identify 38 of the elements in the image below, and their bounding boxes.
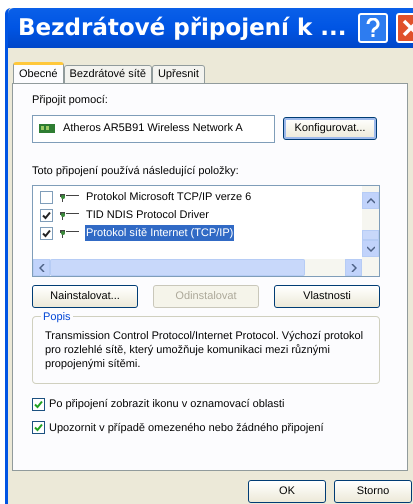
checkbox[interactable] [32,398,45,411]
network-card-icon [39,123,55,134]
horizontal-scrollbar[interactable] [33,259,362,276]
dialog-button[interactable]: Storno [334,480,412,503]
tab[interactable]: Upřesnit [152,65,205,83]
option-label[interactable]: Po připojení zobrazit ikonu v oznamovací oblasti [49,396,284,412]
group-title: Popis [41,309,73,326]
vertical-scrollbar[interactable] [362,186,379,276]
option-label[interactable]: Upozornit v případě omezeného nebo žádného připojení [49,420,324,436]
scroll-left-icon[interactable] [33,259,50,276]
network-protocol-icon [58,192,80,202]
scroll-thumb[interactable] [362,230,379,240]
scroll-right-icon[interactable] [345,259,362,276]
configure-button[interactable]: Konfigurovat... [283,117,377,140]
checkbox[interactable] [32,421,45,434]
adapter-name: Atheros AR5B91 Wireless Network A [63,121,243,136]
scroll-up-icon[interactable] [362,192,379,209]
list-item[interactable]: TID NDIS Protocol Driver [85,206,210,224]
network-protocol-icon [58,228,80,238]
action-button[interactable]: Vlastnosti [274,285,380,308]
help-icon [366,18,380,38]
tab[interactable]: Obecné [13,62,64,83]
action-button[interactable]: Nainstalovat... [32,285,138,308]
list-item[interactable]: Protokol Microsoft TCP/IP verze 6 [85,188,252,206]
network-protocol-icon [58,210,80,220]
section-label: Toto připojení používá následující položky: [32,164,240,178]
dialog-button[interactable]: OK [248,480,326,503]
section-label: Připojit pomocí: [32,93,109,108]
help-button[interactable] [358,13,388,43]
scroll-down-icon[interactable] [362,240,379,257]
checkbox[interactable] [40,226,53,240]
tab[interactable]: Bezdrátové sítě [64,65,152,83]
list-item[interactable]: Protokol sítě Internet (TCP/IP) [85,224,234,242]
window-title: Bezdrátové připojení k ... [18,14,346,43]
description-text: Transmission Control Protocol/Internet Protocol. Výchozí protokol pro rozlehlé sítě, který umožňuje komunikaci mezi různými propojenými sítěmi. [45,329,364,371]
checkbox[interactable] [40,208,53,222]
scroll-thumb[interactable] [50,259,305,276]
checkbox[interactable] [40,190,53,204]
